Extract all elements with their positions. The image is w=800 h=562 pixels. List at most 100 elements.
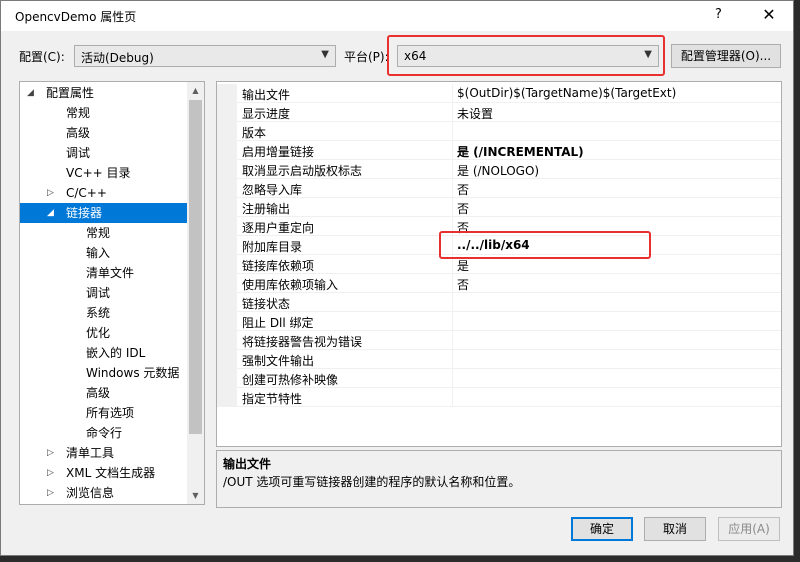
tree-item[interactable]: 调试 <box>20 143 188 163</box>
expand-arrow-icon[interactable]: ▷ <box>47 443 54 463</box>
chevron-down-icon: ▼ <box>321 49 329 60</box>
tree-item[interactable]: 清单文件 <box>20 263 188 283</box>
property-row[interactable]: 将链接器警告视为错误 <box>217 331 781 350</box>
collapse-arrow-icon[interactable]: ◢ <box>27 83 34 103</box>
tree-item[interactable]: 嵌入的 IDL <box>20 343 188 363</box>
tree-item-label: 清单文件 <box>86 266 135 280</box>
tree-item[interactable]: 常规 <box>20 103 188 123</box>
tree-item[interactable]: ▷ 清单工具 <box>20 443 188 463</box>
property-value[interactable]: 否 <box>457 219 469 236</box>
tree-item-label: 输入 <box>86 246 111 260</box>
property-name: 创建可热修补映像 <box>242 373 339 387</box>
property-row[interactable]: 注册输出 否 <box>217 198 781 217</box>
property-value[interactable]: $(OutDir)$(TargetName)$(TargetExt) <box>457 86 676 100</box>
property-row[interactable]: 指定节特性 <box>217 388 781 407</box>
row-gutter <box>217 122 237 141</box>
ok-button[interactable]: 确定 <box>571 517 633 541</box>
tree-item[interactable]: ◢ 链接器 <box>20 203 188 223</box>
property-value[interactable]: 是 <box>457 257 469 274</box>
property-row[interactable]: 创建可热修补映像 <box>217 369 781 388</box>
tree-item[interactable]: 优化 <box>20 323 188 343</box>
tree-item[interactable]: VC++ 目录 <box>20 163 188 183</box>
property-name: 使用库依赖项输入 <box>242 278 339 292</box>
column-divider <box>452 217 453 236</box>
platform-label: 平台(P): <box>344 50 389 64</box>
config-select[interactable]: 活动(Debug) ▼ <box>74 45 336 67</box>
config-manager-button[interactable]: 配置管理器(O)... <box>671 44 781 68</box>
tree-item[interactable]: 调试 <box>20 283 188 303</box>
property-value[interactable]: 否 <box>457 200 469 217</box>
help-button[interactable]: ? <box>715 7 722 22</box>
scroll-thumb[interactable] <box>189 100 202 434</box>
tree-item[interactable]: 输入 <box>20 243 188 263</box>
property-row[interactable]: 附加库目录 ../../lib/x64 <box>217 236 781 255</box>
property-value[interactable]: 未设置 <box>457 105 493 122</box>
tree-item[interactable]: ▷ C/C++ <box>20 183 188 203</box>
column-divider <box>452 388 453 407</box>
tree-item-label: 优化 <box>86 326 111 340</box>
column-divider <box>452 236 453 255</box>
tree-item[interactable]: Windows 元数据 <box>20 363 188 383</box>
column-divider <box>452 331 453 350</box>
expand-arrow-icon[interactable]: ▷ <box>47 463 54 483</box>
property-value[interactable]: 是 (/INCREMENTAL) <box>457 143 584 160</box>
property-row[interactable]: 阻止 Dll 绑定 <box>217 312 781 331</box>
platform-select[interactable]: x64 ▼ <box>397 45 659 67</box>
expand-arrow-icon[interactable]: ▷ <box>47 483 54 503</box>
row-gutter <box>217 179 237 198</box>
tree-item[interactable]: ▷ 浏览信息 <box>20 483 188 503</box>
apply-button[interactable]: 应用(A) <box>718 517 780 541</box>
description-title: 输出文件 <box>223 457 272 471</box>
scroll-up-icon[interactable]: ▲ <box>187 82 204 99</box>
row-gutter <box>217 350 237 369</box>
column-divider <box>452 312 453 331</box>
tree-item[interactable]: 常规 <box>20 223 188 243</box>
row-gutter <box>217 331 237 350</box>
column-divider <box>452 350 453 369</box>
property-value[interactable]: 否 <box>457 276 469 293</box>
scroll-down-icon[interactable]: ▼ <box>187 487 204 504</box>
collapse-arrow-icon[interactable]: ◢ <box>47 203 54 223</box>
tree-item[interactable]: 系统 <box>20 303 188 323</box>
property-name: 将链接器警告视为错误 <box>242 335 363 349</box>
expand-arrow-icon[interactable]: ▷ <box>47 183 54 203</box>
property-row[interactable]: 输出文件 $(OutDir)$(TargetName)$(TargetExt) <box>217 84 781 103</box>
tree-item[interactable]: 高级 <box>20 123 188 143</box>
property-row[interactable]: 链接库依赖项 是 <box>217 255 781 274</box>
row-gutter <box>217 369 237 388</box>
property-row[interactable]: 忽略导入库 否 <box>217 179 781 198</box>
tree-item-label: VC++ 目录 <box>66 166 131 180</box>
property-row[interactable]: 强制文件输出 <box>217 350 781 369</box>
property-row[interactable]: 显示进度 未设置 <box>217 103 781 122</box>
property-value[interactable]: 否 <box>457 181 469 198</box>
property-value[interactable]: ../../lib/x64 <box>457 238 530 252</box>
tree-scrollbar[interactable]: ▲ ▼ <box>187 82 204 504</box>
tree-item[interactable]: ▷ XML 文档生成器 <box>20 463 188 483</box>
column-divider <box>452 103 453 122</box>
tree-item[interactable]: 高级 <box>20 383 188 403</box>
property-row[interactable]: 取消显示启动版权标志 是 (/NOLOGO) <box>217 160 781 179</box>
property-row[interactable]: 逐用户重定向 否 <box>217 217 781 236</box>
config-select-value: 活动(Debug) <box>81 51 154 65</box>
property-row[interactable]: 使用库依赖项输入 否 <box>217 274 781 293</box>
tree-item[interactable]: ◢ 配置属性 <box>20 83 188 103</box>
property-name: 逐用户重定向 <box>242 221 315 235</box>
column-divider <box>452 122 453 141</box>
row-gutter <box>217 84 237 103</box>
cancel-button[interactable]: 取消 <box>644 517 706 541</box>
close-button[interactable]: ✕ <box>755 4 783 26</box>
property-tree: ◢ 配置属性 常规 高级 调试 VC++ 目录 ▷ C/C++ ◢ 链接器 常规 输入 清单文件 调试 系统… <box>19 81 205 505</box>
description-panel: 输出文件 /OUT 选项可重写链接器创建的程序的默认名称和位置。 <box>216 450 782 508</box>
tree-item[interactable]: 命令行 <box>20 423 188 443</box>
property-row[interactable]: 链接状态 <box>217 293 781 312</box>
property-value[interactable]: 是 (/NOLOGO) <box>457 162 539 179</box>
tree-item-label: 配置属性 <box>46 86 95 100</box>
tree-item[interactable]: 所有选项 <box>20 403 188 423</box>
property-name: 链接库依赖项 <box>242 259 315 273</box>
tree-item-label: 系统 <box>86 306 111 320</box>
property-name: 忽略导入库 <box>242 183 303 197</box>
property-row[interactable]: 版本 <box>217 122 781 141</box>
property-name: 输出文件 <box>242 88 291 102</box>
property-row[interactable]: 启用增量链接 是 (/INCREMENTAL) <box>217 141 781 160</box>
row-gutter <box>217 388 237 407</box>
